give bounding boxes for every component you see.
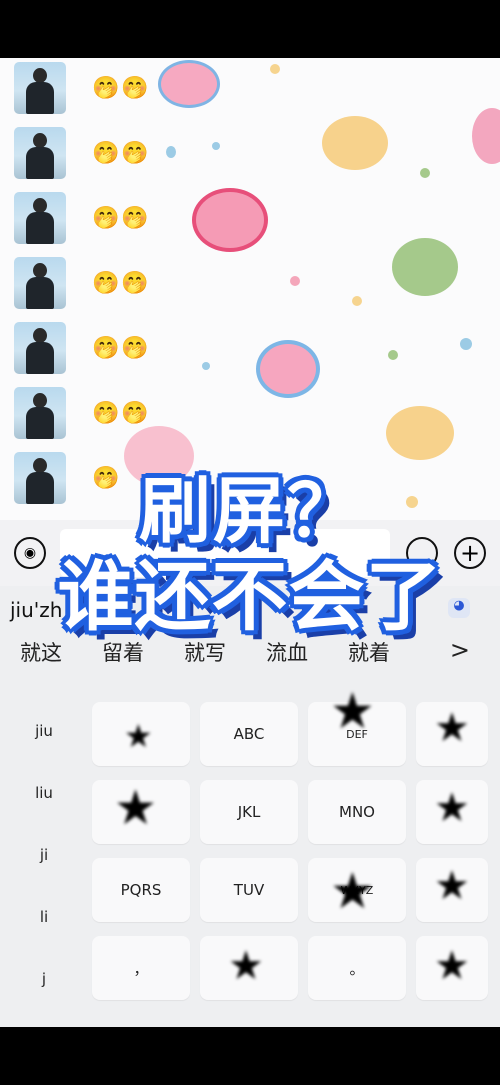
- navigation-bar: [0, 1027, 500, 1085]
- status-bar: [0, 0, 500, 58]
- blue-fish-sticker: [256, 340, 320, 398]
- avatar[interactable]: [14, 192, 66, 244]
- emoji-message[interactable]: 🤭🤭: [92, 141, 151, 166]
- syllable-list[interactable]: jiu liu ji li j: [6, 700, 82, 1002]
- chat-message[interactable]: 🤭🤭: [14, 387, 174, 439]
- syllable-item[interactable]: li: [6, 886, 82, 948]
- star-icon: ★: [124, 717, 153, 755]
- key-mno[interactable]: MNO: [308, 780, 406, 844]
- confetti-dot: [270, 64, 280, 74]
- pink-headphone-sticker: [192, 188, 268, 252]
- chat-area[interactable]: 🤭🤭 🤭🤭 🤭🤭 🤭🤭 🤭🤭 🤭🤭 🤭: [0, 58, 500, 520]
- avatar[interactable]: [14, 62, 66, 114]
- key-abc[interactable]: ABC: [200, 702, 298, 766]
- chat-message[interactable]: 🤭🤭: [14, 322, 174, 374]
- key-period[interactable]: 。: [308, 936, 406, 1000]
- star-icon: ★: [434, 863, 470, 909]
- star-icon: ★: [434, 943, 470, 989]
- yellow-pig-sticker: [322, 116, 388, 170]
- emoji-message[interactable]: 🤭🤭: [92, 206, 151, 231]
- green-monster-sticker: [392, 238, 458, 296]
- avatar[interactable]: [14, 322, 66, 374]
- chat-message[interactable]: 🤭🤭: [14, 192, 174, 244]
- key-comma[interactable]: ，: [92, 936, 190, 1000]
- key-pqrs[interactable]: PQRS: [92, 858, 190, 922]
- chat-message[interactable]: 🤭🤭: [14, 257, 174, 309]
- confetti-dot: [388, 350, 398, 360]
- syllable-item[interactable]: jiu: [6, 700, 82, 762]
- confetti-dot: [420, 168, 430, 178]
- pink-sticker-right: [472, 108, 500, 164]
- confetti-dot: [460, 338, 472, 350]
- emoji-message[interactable]: 🤭🤭: [92, 76, 151, 101]
- star-icon: ★: [434, 705, 470, 751]
- syllable-item[interactable]: j: [6, 948, 82, 1010]
- avatar[interactable]: [14, 127, 66, 179]
- star-icon: ★: [228, 943, 264, 989]
- star-icon: ★: [330, 862, 375, 920]
- star-icon: ★: [330, 682, 375, 740]
- key-jkl[interactable]: JKL: [200, 780, 298, 844]
- confetti-dot: [352, 296, 362, 306]
- confetti-dot: [202, 362, 210, 370]
- syllable-item[interactable]: ji: [6, 824, 82, 886]
- star-icon: ★: [114, 780, 158, 836]
- confetti-dot: [290, 276, 300, 286]
- star-icon: ★: [434, 785, 470, 831]
- emoji-message[interactable]: 🤭🤭: [92, 271, 151, 296]
- chat-message[interactable]: 🤭🤭: [14, 127, 174, 179]
- emoji-message[interactable]: 🤭🤭: [92, 401, 151, 426]
- key-tuv[interactable]: TUV: [200, 858, 298, 922]
- confetti-dot: [212, 142, 220, 150]
- avatar[interactable]: [14, 257, 66, 309]
- emoji-message[interactable]: 🤭🤭: [92, 336, 151, 361]
- avatar[interactable]: [14, 387, 66, 439]
- chat-message[interactable]: 🤭🤭: [14, 62, 174, 114]
- overlay-title-line2: 谁还不会了: [57, 552, 443, 641]
- keyboard: jiu'zh ◕ 就这 留着 就写 流血 就着 > jiu liu ji li …: [0, 586, 500, 1027]
- syllable-item[interactable]: liu: [6, 762, 82, 824]
